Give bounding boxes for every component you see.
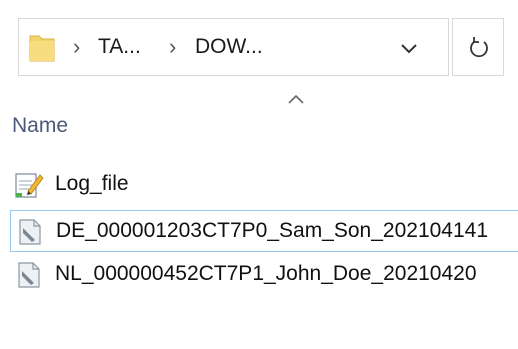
breadcrumb-item-ta[interactable]: TA... bbox=[98, 32, 141, 62]
list-item[interactable]: DE_000001203CT7P0_Sam_Son_202104141 bbox=[10, 210, 518, 252]
text-document-icon bbox=[15, 173, 44, 198]
breadcrumb-item-dow[interactable]: DOW... bbox=[195, 32, 263, 62]
chevron-down-icon[interactable] bbox=[394, 33, 424, 63]
list-item[interactable]: Log_file bbox=[10, 164, 518, 206]
address-bar[interactable]: › TA... › DOW... bbox=[18, 18, 449, 76]
file-name: Log_file bbox=[55, 172, 129, 195]
refresh-icon bbox=[470, 37, 488, 58]
sort-ascending-caret-icon bbox=[288, 94, 304, 104]
file-explorer-window: › TA... › DOW... Name Log_file DE_000001… bbox=[0, 0, 518, 349]
file-name: NL_000000452CT7P1_John_Doe_20210420 bbox=[55, 262, 477, 285]
column-header-name[interactable]: Name bbox=[12, 113, 68, 139]
folder-icon bbox=[29, 35, 55, 62]
refresh-button[interactable] bbox=[452, 18, 504, 76]
list-item[interactable]: NL_000000452CT7P1_John_Doe_20210420 bbox=[10, 254, 518, 296]
file-name: DE_000001203CT7P0_Sam_Son_202104141 bbox=[56, 219, 489, 242]
generic-file-icon bbox=[18, 262, 40, 288]
breadcrumb-separator: › bbox=[73, 34, 81, 59]
breadcrumb-separator: › bbox=[169, 34, 177, 59]
generic-file-icon bbox=[19, 219, 41, 245]
